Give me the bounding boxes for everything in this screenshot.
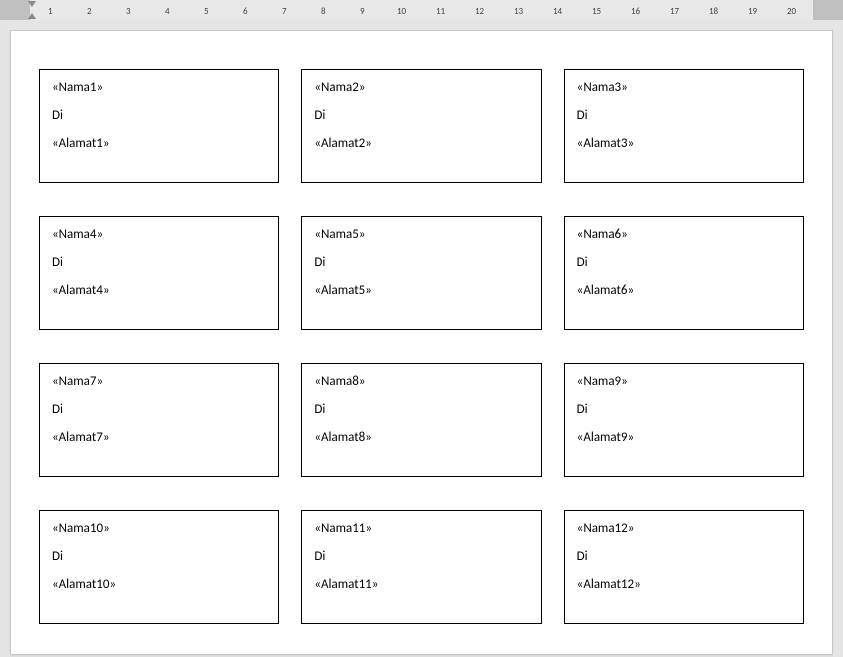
merge-field-alamat: «Alamat4»	[52, 283, 266, 300]
labels-grid: «Nama1» Di «Alamat1» «Nama2» Di «Alamat2…	[39, 69, 804, 624]
ruler-number: 1	[48, 6, 53, 17]
label-di: Di	[577, 255, 791, 272]
merge-field-nama: «Nama1»	[52, 80, 266, 97]
label-di: Di	[52, 402, 266, 419]
label-cell[interactable]: «Nama12» Di «Alamat12»	[564, 510, 804, 624]
label-di: Di	[314, 549, 528, 566]
document-page[interactable]: «Nama1» Di «Alamat1» «Nama2» Di «Alamat2…	[10, 30, 833, 655]
ruler-number: 14	[553, 6, 562, 17]
merge-field-alamat: «Alamat5»	[314, 283, 528, 300]
merge-field-alamat: «Alamat7»	[52, 430, 266, 447]
merge-field-alamat: «Alamat9»	[577, 430, 791, 447]
label-cell[interactable]: «Nama5» Di «Alamat5»	[301, 216, 541, 330]
horizontal-ruler: 1 2 3 4 5 6 7 8 9 10 11 12 13 14 15 16 1…	[0, 0, 843, 20]
merge-field-alamat: «Alamat11»	[314, 577, 528, 594]
label-cell[interactable]: «Nama7» Di «Alamat7»	[39, 363, 279, 477]
ruler-number: 2	[87, 6, 92, 17]
label-cell[interactable]: «Nama4» Di «Alamat4»	[39, 216, 279, 330]
ruler-number: 7	[282, 6, 287, 17]
first-line-indent-marker[interactable]	[28, 1, 36, 7]
merge-field-nama: «Nama5»	[314, 227, 528, 244]
merge-field-alamat: «Alamat1»	[52, 136, 266, 153]
label-di: Di	[52, 549, 266, 566]
label-cell[interactable]: «Nama6» Di «Alamat6»	[564, 216, 804, 330]
ruler-number: 12	[475, 6, 484, 17]
label-cell[interactable]: «Nama10» Di «Alamat10»	[39, 510, 279, 624]
label-di: Di	[52, 255, 266, 272]
label-cell[interactable]: «Nama11» Di «Alamat11»	[301, 510, 541, 624]
ruler-number: 11	[436, 6, 445, 17]
label-di: Di	[314, 255, 528, 272]
label-di: Di	[577, 108, 791, 125]
label-cell[interactable]: «Nama2» Di «Alamat2»	[301, 69, 541, 183]
ruler-number: 3	[126, 6, 131, 17]
ruler-number: 9	[360, 6, 365, 17]
hanging-indent-marker[interactable]	[28, 13, 36, 19]
merge-field-alamat: «Alamat8»	[314, 430, 528, 447]
merge-field-nama: «Nama11»	[314, 521, 528, 538]
merge-field-nama: «Nama9»	[577, 374, 791, 391]
merge-field-nama: «Nama8»	[314, 374, 528, 391]
ruler-number: 20	[787, 6, 796, 17]
merge-field-alamat: «Alamat6»	[577, 283, 791, 300]
page-container: «Nama1» Di «Alamat1» «Nama2» Di «Alamat2…	[0, 20, 843, 655]
label-di: Di	[52, 108, 266, 125]
label-cell[interactable]: «Nama8» Di «Alamat8»	[301, 363, 541, 477]
ruler-number: 6	[243, 6, 248, 17]
ruler-margin-left	[0, 0, 30, 20]
merge-field-alamat: «Alamat10»	[52, 577, 266, 594]
label-di: Di	[577, 549, 791, 566]
label-di: Di	[577, 402, 791, 419]
ruler-number: 15	[592, 6, 601, 17]
label-cell[interactable]: «Nama9» Di «Alamat9»	[564, 363, 804, 477]
label-di: Di	[314, 108, 528, 125]
label-cell[interactable]: «Nama1» Di «Alamat1»	[39, 69, 279, 183]
merge-field-nama: «Nama6»	[577, 227, 791, 244]
merge-field-alamat: «Alamat3»	[577, 136, 791, 153]
merge-field-nama: «Nama3»	[577, 80, 791, 97]
ruler-number: 5	[204, 6, 209, 17]
merge-field-nama: «Nama7»	[52, 374, 266, 391]
ruler-number: 13	[514, 6, 523, 17]
ruler-number: 17	[670, 6, 679, 17]
merge-field-nama: «Nama4»	[52, 227, 266, 244]
merge-field-nama: «Nama10»	[52, 521, 266, 538]
ruler-number: 16	[631, 6, 640, 17]
ruler-number: 19	[748, 6, 757, 17]
label-cell[interactable]: «Nama3» Di «Alamat3»	[564, 69, 804, 183]
merge-field-nama: «Nama12»	[577, 521, 791, 538]
merge-field-nama: «Nama2»	[314, 80, 528, 97]
ruler-number: 10	[397, 6, 406, 17]
merge-field-alamat: «Alamat2»	[314, 136, 528, 153]
ruler-number: 8	[321, 6, 326, 17]
label-di: Di	[314, 402, 528, 419]
ruler-number: 18	[709, 6, 718, 17]
ruler-number: 4	[165, 6, 170, 17]
merge-field-alamat: «Alamat12»	[577, 577, 791, 594]
ruler-margin-right	[813, 0, 843, 20]
